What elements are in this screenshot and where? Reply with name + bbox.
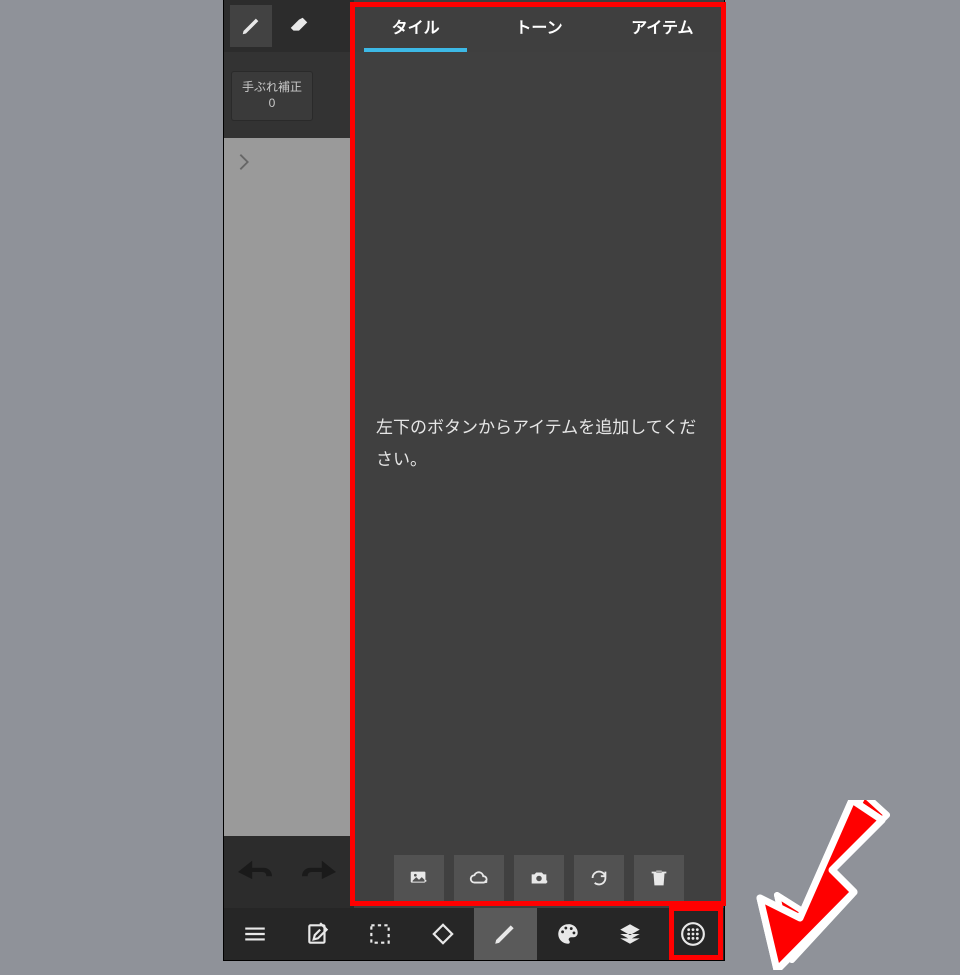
brush-icon xyxy=(492,921,518,947)
add-camera-button[interactable] xyxy=(514,855,564,901)
annotation-arrow-overlay xyxy=(732,800,892,970)
menu-button[interactable] xyxy=(224,908,287,960)
undo-redo-strip xyxy=(224,836,354,908)
layers-icon xyxy=(617,921,643,947)
materials-grid-icon xyxy=(680,921,706,947)
menu-icon xyxy=(242,921,268,947)
edit-button[interactable] xyxy=(287,908,350,960)
diamond-rotate-icon xyxy=(430,921,456,947)
add-cloud-button[interactable] xyxy=(454,855,504,901)
trash-icon xyxy=(648,867,670,889)
materials-panel: 左下のボタンからアイテムを追加してください。 xyxy=(354,52,724,908)
chevron-right-icon xyxy=(233,151,255,173)
selection-icon xyxy=(367,921,393,947)
edit-note-icon xyxy=(305,921,331,947)
selection-button[interactable] xyxy=(349,908,412,960)
panel-toolbar xyxy=(354,848,724,908)
pencil-tool-button[interactable] xyxy=(230,5,272,47)
eraser-icon xyxy=(288,15,310,37)
eraser-tool-button[interactable] xyxy=(278,5,320,47)
brush-button[interactable] xyxy=(474,908,537,960)
pencil-icon xyxy=(240,15,262,37)
app-window: タイル トーン アイテム 手ぶれ補正 0 左下のボタンからアイテムを追加してくだ… xyxy=(224,0,724,960)
expand-sidebar-button[interactable] xyxy=(230,148,258,176)
camera-add-icon xyxy=(528,867,550,889)
panel-tab-strip: タイル トーン アイテム xyxy=(354,0,724,52)
reload-button[interactable] xyxy=(574,855,624,901)
top-tool-strip xyxy=(224,0,354,52)
palette-icon xyxy=(555,921,581,947)
tab-tile[interactable]: タイル xyxy=(354,0,477,52)
stabilization-chip[interactable]: 手ぶれ補正 0 xyxy=(232,72,312,120)
redo-icon[interactable] xyxy=(302,858,336,886)
undo-icon[interactable] xyxy=(238,858,272,886)
annotation-arrow xyxy=(732,800,892,970)
reload-icon xyxy=(588,867,610,889)
palette-button[interactable] xyxy=(537,908,600,960)
empty-state-text: 左下のボタンからアイテムを追加してください。 xyxy=(376,412,702,477)
stabilization-value: 0 xyxy=(269,96,276,112)
bottom-toolbar xyxy=(224,908,724,960)
canvas-sidebar xyxy=(224,138,354,836)
tab-item[interactable]: アイテム xyxy=(601,0,724,52)
transform-button[interactable] xyxy=(412,908,475,960)
layers-button[interactable] xyxy=(599,908,662,960)
tab-tone[interactable]: トーン xyxy=(477,0,600,52)
cloud-add-icon xyxy=(468,867,490,889)
add-image-button[interactable] xyxy=(394,855,444,901)
image-add-icon xyxy=(408,867,430,889)
stabilization-label: 手ぶれ補正 xyxy=(242,80,302,96)
trash-button[interactable] xyxy=(634,855,684,901)
materials-button[interactable] xyxy=(662,908,725,960)
